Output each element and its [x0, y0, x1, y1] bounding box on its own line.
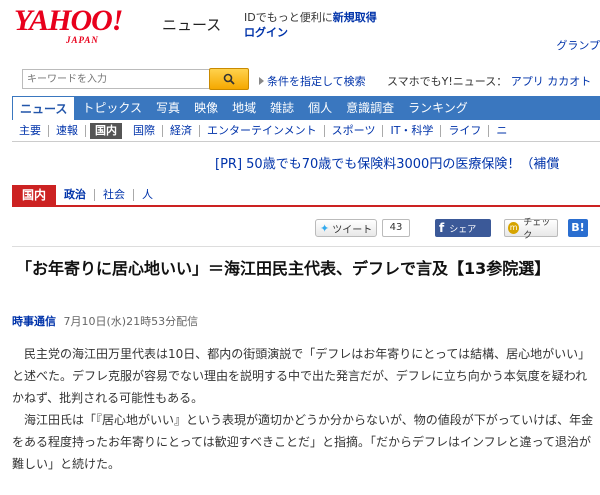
- tweet-count: 43: [382, 219, 410, 237]
- search-icon: [223, 73, 235, 85]
- search-row: 条件を指定して検索 スマホでもY!ニュース： アプリ カカオト: [0, 64, 600, 92]
- article-body: 民主党の海江田万里代表は10日、都内の街頭演説で「デフレはお年寄りにとっては結構…: [12, 343, 598, 475]
- gourmet-link[interactable]: グランプ: [556, 37, 600, 53]
- hatena-bookmark-button[interactable]: B!: [568, 219, 588, 237]
- twitter-bird-icon: ✦: [320, 221, 330, 235]
- sub-nav-domestic[interactable]: 国内: [90, 122, 122, 139]
- facebook-share-button[interactable]: f シェア: [435, 219, 491, 237]
- sub-nav: 主要 速報 国内 国際 経済 エンターテインメント スポーツ IT・科学 ライフ…: [12, 120, 600, 142]
- nav-individual[interactable]: 個人: [301, 96, 339, 120]
- sub-nav-economy[interactable]: 経済: [163, 124, 200, 137]
- sub-nav-more[interactable]: ニ: [489, 124, 514, 137]
- register-link[interactable]: 新規取得: [333, 11, 377, 24]
- yahoo-japan-logo[interactable]: YAHOO! JAPAN: [14, 6, 164, 46]
- sub-nav-entertainment[interactable]: エンターテインメント: [200, 124, 325, 137]
- article-paragraph: 民主党の海江田万里代表は10日、都内の街頭演説で「デフレはお年寄りにとっては結構…: [12, 347, 591, 405]
- mixi-check-button[interactable]: m チェック: [504, 218, 558, 241]
- news-section-label[interactable]: ニュース: [162, 14, 221, 35]
- nav-local[interactable]: 地域: [225, 96, 263, 120]
- category-people[interactable]: 人: [134, 189, 161, 201]
- nav-video[interactable]: 映像: [187, 96, 225, 120]
- app-link[interactable]: アプリ: [511, 75, 544, 88]
- article-meta: 時事通信 7月10日(水)21時53分配信: [12, 313, 198, 329]
- tweet-button[interactable]: ✦ ツイート: [315, 219, 377, 237]
- check-label: チェック: [523, 218, 551, 241]
- search-input[interactable]: [22, 69, 210, 89]
- category-tag-domestic[interactable]: 国内: [12, 185, 57, 205]
- category-politics[interactable]: 政治: [56, 189, 96, 201]
- nav-topics[interactable]: トピックス: [75, 96, 149, 120]
- advanced-search-link[interactable]: 条件を指定して検索: [259, 73, 366, 89]
- facebook-icon: f: [439, 221, 445, 235]
- kakao-link[interactable]: カカオト: [547, 75, 591, 88]
- sub-nav-breaking[interactable]: 速報: [49, 124, 86, 137]
- nav-ranking[interactable]: ランキング: [401, 96, 475, 120]
- article-headline: 「お年寄りに居心地いい」＝海江田民主代表、デフレで言及【13参院選】: [16, 259, 551, 278]
- login-link[interactable]: ログイン: [244, 24, 288, 40]
- search-button[interactable]: [209, 68, 249, 90]
- smartphone-promo-label: スマホでもY!ニュース：: [387, 75, 508, 88]
- sub-nav-it-science[interactable]: IT・科学: [383, 124, 442, 137]
- nav-news[interactable]: ニュース: [12, 96, 76, 120]
- sub-nav-life[interactable]: ライフ: [441, 124, 490, 137]
- id-promo-text: IDでもっと便利に: [244, 11, 333, 24]
- category-society[interactable]: 社会: [95, 189, 135, 201]
- nav-magazine[interactable]: 雑誌: [263, 96, 301, 120]
- sub-nav-sports[interactable]: スポーツ: [325, 124, 384, 137]
- nav-survey[interactable]: 意識調査: [339, 96, 401, 120]
- nav-photos[interactable]: 写真: [149, 96, 187, 120]
- smartphone-promo: スマホでもY!ニュース： アプリ カカオト: [387, 73, 591, 89]
- tweet-label: ツイート: [332, 224, 373, 236]
- sub-nav-main[interactable]: 主要: [12, 124, 49, 137]
- main-nav: ニュース トピックス 写真 映像 地域 雑誌 個人 意識調査 ランキング: [12, 96, 600, 120]
- logo-sub-text: JAPAN: [66, 35, 99, 45]
- share-label: シェア: [449, 224, 477, 235]
- category-bar: 国内 政治 社会 人: [12, 185, 600, 207]
- mixi-icon: m: [508, 222, 520, 234]
- publish-date: 7月10日(水)21時53分配信: [63, 315, 199, 328]
- source-link[interactable]: 時事通信: [12, 315, 56, 328]
- sub-nav-international[interactable]: 国際: [126, 124, 163, 137]
- article-paragraph: 海江田氏は「『居心地がいい』という表現が適切かどうか分からないが、物の値段が下が…: [12, 413, 594, 471]
- logo-main-text: YAHOO!: [14, 4, 123, 37]
- divider: [12, 246, 600, 247]
- id-promo: IDでもっと便利に新規取得: [244, 9, 377, 25]
- pr-ad-link[interactable]: [PR] 50歳でも70歳でも保険料3000円の医療保険！（補償: [215, 153, 559, 172]
